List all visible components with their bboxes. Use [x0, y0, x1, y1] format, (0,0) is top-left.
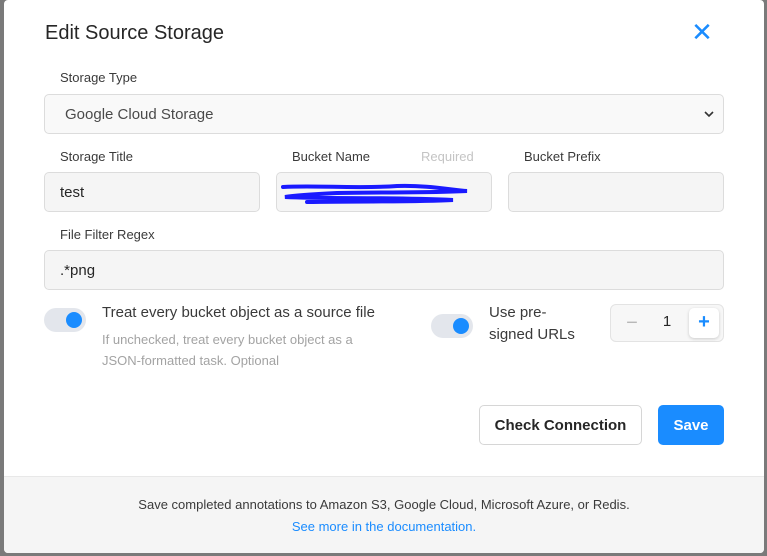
storage-type-value: Google Cloud Storage: [65, 105, 214, 123]
redaction-scribble: [281, 183, 468, 204]
bucket-name-label: Bucket Name: [292, 149, 371, 164]
file-filter-value: .*png: [60, 261, 96, 279]
dialog-footer: Save completed annotations to Amazon S3,…: [4, 476, 764, 553]
increment-button[interactable]: +: [689, 308, 719, 338]
footer-description: Save completed annotations to Amazon S3,…: [138, 497, 630, 512]
storage-type-select[interactable]: Google Cloud Storage: [44, 94, 724, 134]
toggle-knob: [453, 318, 469, 334]
chevron-down-icon: [704, 111, 714, 118]
footer-link-suffix: .: [472, 519, 477, 534]
bucket-name-required-hint: Required: [421, 149, 474, 164]
documentation-link[interactable]: See more in the documentation: [292, 519, 473, 534]
footer-link-line: See more in the documentation.: [4, 519, 764, 534]
storage-type-label: Storage Type: [60, 70, 138, 85]
bucket-name-input[interactable]: [276, 172, 492, 212]
ttl-stepper: − 1 +: [610, 304, 724, 342]
dialog-title: Edit Source Storage: [45, 22, 224, 44]
treat-as-source-toggle[interactable]: [44, 308, 86, 332]
toggle-knob: [66, 312, 82, 328]
edit-source-storage-dialog: Edit Source Storage ✕ Storage Type Googl…: [4, 0, 764, 553]
storage-title-label: Storage Title: [60, 149, 133, 164]
close-icon[interactable]: ✕: [690, 19, 714, 45]
file-filter-input[interactable]: .*png: [44, 250, 724, 290]
bucket-prefix-label: Bucket Prefix: [524, 149, 601, 164]
presigned-urls-label: Use pre-signed URLs: [489, 304, 575, 343]
treat-as-source-label: Treat every bucket object as a source fi…: [102, 304, 375, 321]
stepper-value[interactable]: 1: [659, 313, 675, 330]
bucket-prefix-input[interactable]: [508, 172, 724, 212]
presigned-urls-toggle[interactable]: [431, 314, 473, 338]
treat-as-source-help: If unchecked, treat every bucket object …: [102, 332, 353, 368]
storage-title-value: test: [60, 183, 85, 201]
decrement-button[interactable]: −: [621, 311, 643, 335]
check-connection-button[interactable]: Check Connection: [479, 405, 642, 445]
save-button[interactable]: Save: [658, 405, 724, 445]
storage-title-input[interactable]: test: [44, 172, 260, 212]
file-filter-label: File Filter Regex: [60, 227, 155, 242]
